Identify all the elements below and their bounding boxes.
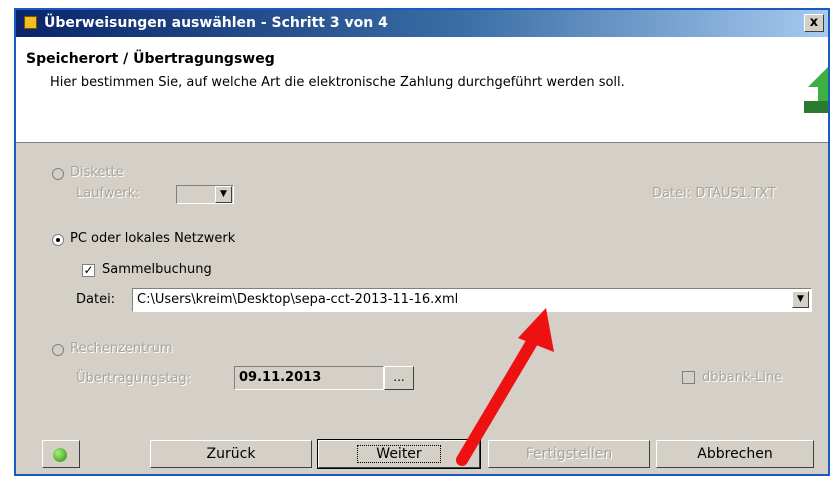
- dbbank-line-label: dbbank-Line: [702, 370, 783, 385]
- title-bar: Überweisungen auswählen - Schritt 3 von …: [16, 10, 828, 37]
- file-path-input[interactable]: C:\Users\kreim\Desktop\sepa-cct-2013-11-…: [132, 288, 812, 312]
- dbbank-line-checkbox[interactable]: [682, 371, 695, 384]
- pc-network-radio[interactable]: [52, 234, 64, 246]
- rechenzentrum-radio[interactable]: [52, 344, 64, 356]
- drive-label: Laufwerk:: [76, 186, 140, 201]
- wizard-header: Speicherort / Übertragungsweg Hier besti…: [16, 37, 828, 143]
- diskette-radio[interactable]: [52, 168, 64, 180]
- pc-network-label: PC oder lokales Netzwerk: [70, 231, 236, 246]
- transfer-arrow-icon: [804, 67, 828, 113]
- diskette-label: Diskette: [70, 165, 124, 180]
- cancel-button[interactable]: Abbrechen: [656, 440, 814, 468]
- transfer-date-label: Übertragungstag:: [76, 371, 191, 386]
- help-icon: [53, 448, 67, 462]
- rechenzentrum-label: Rechenzentrum: [70, 341, 173, 356]
- drive-dropdown-arrow-icon[interactable]: ▼: [215, 186, 232, 203]
- back-button[interactable]: Zurück: [150, 440, 312, 468]
- sammelbuchung-label: Sammelbuchung: [102, 262, 212, 277]
- step-description: Hier bestimmen Sie, auf welche Art die e…: [50, 75, 625, 90]
- dialog-window: Überweisungen auswählen - Schritt 3 von …: [14, 8, 830, 476]
- diskette-file-info: Datei: DTAUS1.TXT: [652, 186, 776, 201]
- close-button[interactable]: x: [804, 14, 824, 32]
- file-dropdown-arrow-icon[interactable]: ▼: [792, 291, 809, 308]
- next-button-label: Weiter: [357, 445, 441, 463]
- window-title: Überweisungen auswählen - Schritt 3 von …: [44, 15, 388, 31]
- sammelbuchung-checkbox[interactable]: ✓: [82, 264, 95, 277]
- help-button[interactable]: [42, 440, 80, 468]
- transfer-date-input[interactable]: 09.11.2013: [234, 366, 384, 390]
- date-picker-button[interactable]: ...: [384, 366, 414, 390]
- file-label: Datei:: [76, 292, 116, 307]
- finish-button[interactable]: Fertigstellen: [488, 440, 650, 468]
- step-title: Speicherort / Übertragungsweg: [26, 51, 275, 67]
- next-button[interactable]: Weiter: [317, 439, 481, 469]
- app-icon: [24, 16, 37, 29]
